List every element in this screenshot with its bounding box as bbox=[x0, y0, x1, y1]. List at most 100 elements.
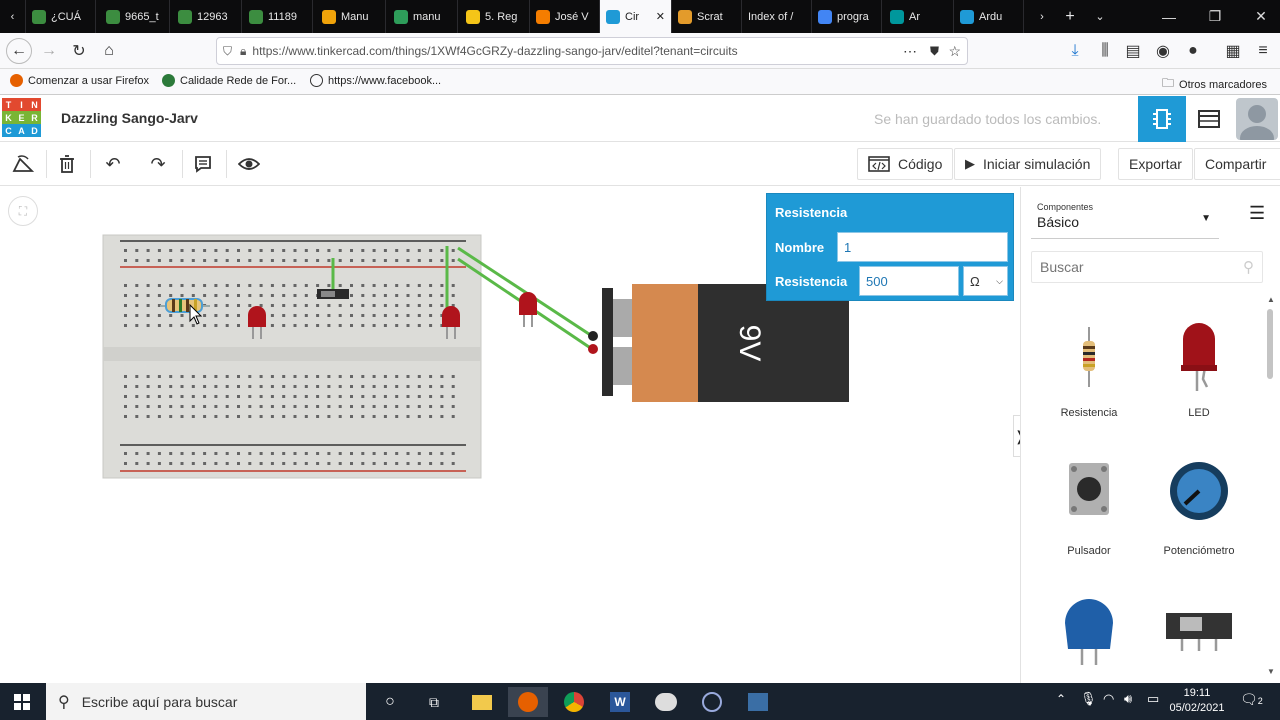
scroll-up-icon[interactable]: ▲ bbox=[1267, 295, 1275, 304]
delete-icon[interactable] bbox=[54, 152, 80, 176]
chrome-icon[interactable] bbox=[554, 687, 594, 717]
menu-icon[interactable]: ≡ bbox=[1250, 38, 1276, 64]
page-actions-icon[interactable]: ⋯ bbox=[903, 43, 917, 60]
word-icon[interactable]: W bbox=[600, 687, 640, 717]
rotate-icon[interactable] bbox=[10, 152, 36, 176]
extension-icon[interactable]: ● bbox=[1180, 38, 1206, 64]
sidebar-scrollbar[interactable]: ▲ ▼ bbox=[1265, 295, 1275, 676]
reload-icon[interactable]: ↻ bbox=[66, 38, 92, 64]
name-input[interactable]: 1 bbox=[837, 232, 1008, 262]
windows-start-icon[interactable] bbox=[2, 687, 42, 717]
battery-icon[interactable]: ▭ bbox=[1147, 691, 1159, 707]
list-view-icon[interactable]: ☰ bbox=[1249, 203, 1265, 224]
file-explorer-icon[interactable] bbox=[462, 687, 502, 717]
share-button[interactable]: Compartir bbox=[1194, 148, 1280, 180]
components-dropdown[interactable]: Componentes Básico ▼ bbox=[1031, 195, 1219, 239]
browser-tab[interactable]: 12963 bbox=[172, 0, 242, 33]
search-icon[interactable]: ⚲ bbox=[1243, 258, 1254, 276]
browser-tab[interactable]: Ardu bbox=[954, 0, 1024, 33]
browser-tab[interactable]: Index of / bbox=[742, 0, 812, 33]
start-simulation-button[interactable]: ▶ Iniciar simulación bbox=[954, 148, 1102, 180]
task-view-icon[interactable]: ⧉ bbox=[414, 687, 454, 717]
tab-list-icon[interactable]: ⌄ bbox=[1088, 0, 1112, 33]
browser-tab[interactable]: manu bbox=[388, 0, 458, 33]
minimize-icon[interactable]: — bbox=[1146, 0, 1192, 33]
redo-icon[interactable]: ↷ bbox=[145, 152, 171, 176]
bookmark-star-icon[interactable]: ☆ bbox=[948, 43, 961, 60]
bookmark-calidade[interactable]: Calidade Rede de For... bbox=[162, 74, 296, 87]
settings-app-icon[interactable] bbox=[692, 687, 732, 717]
search-field[interactable]: ⚲ bbox=[1031, 251, 1263, 283]
extensions-icon[interactable]: ▦ bbox=[1220, 38, 1246, 64]
download-icon[interactable]: ⤓ bbox=[1062, 38, 1088, 64]
bookmark-facebook[interactable]: https://www.facebook... bbox=[310, 74, 441, 87]
browser-tab[interactable]: 5. Reg bbox=[460, 0, 530, 33]
bookmark-firefox[interactable]: Comenzar a usar Firefox bbox=[10, 74, 149, 87]
microphone-icon[interactable]: 🎙︎ bbox=[1080, 691, 1097, 707]
user-avatar[interactable] bbox=[1236, 98, 1278, 140]
led[interactable] bbox=[519, 292, 537, 327]
maximize-icon[interactable]: ❐ bbox=[1192, 0, 1238, 33]
home-icon[interactable]: ⌂ bbox=[96, 38, 122, 64]
visibility-icon[interactable] bbox=[236, 152, 262, 176]
unit-select[interactable]: Ω ⌵ bbox=[963, 266, 1008, 296]
other-bookmarks[interactable]: 🗀 Otros marcadores bbox=[1162, 74, 1267, 95]
close-window-icon[interactable]: ✕ bbox=[1238, 0, 1280, 33]
browser-tab[interactable]: Ar bbox=[884, 0, 954, 33]
volume-icon[interactable]: 🔊︎ bbox=[1124, 691, 1132, 707]
new-tab-button[interactable]: + bbox=[1058, 0, 1082, 33]
undo-icon[interactable]: ↶ bbox=[100, 152, 126, 176]
browser-tab[interactable]: 11189 bbox=[243, 0, 313, 33]
editor-app-icon[interactable] bbox=[738, 687, 778, 717]
notes-icon[interactable] bbox=[190, 152, 216, 176]
forward-icon[interactable]: → bbox=[36, 38, 62, 64]
close-tab-icon[interactable]: ✕ bbox=[656, 10, 665, 23]
code-button[interactable]: Código bbox=[857, 148, 954, 180]
firefox-taskbar-icon[interactable] bbox=[508, 687, 548, 717]
shield-icon[interactable]: ⛉ bbox=[223, 44, 232, 59]
browser-tab[interactable]: Cir ✕ bbox=[600, 0, 672, 33]
scroll-thumb[interactable] bbox=[1267, 309, 1273, 379]
tab-scroll-right-icon[interactable]: › bbox=[1030, 0, 1054, 33]
export-button[interactable]: Exportar bbox=[1118, 148, 1193, 180]
tinkercad-logo[interactable]: TINKERCAD bbox=[2, 98, 42, 138]
sidebar-icon[interactable]: ▤ bbox=[1120, 38, 1146, 64]
url-bar[interactable]: ⛉ 🔒︎ https://www.tinkercad.com/things/1X… bbox=[216, 37, 968, 65]
browser-tab[interactable]: José V bbox=[530, 0, 600, 33]
breadboard-hole bbox=[451, 395, 455, 398]
resistance-input[interactable]: 500 bbox=[859, 266, 959, 296]
browser-tab[interactable]: 9665_t bbox=[100, 0, 170, 33]
slide-switch[interactable] bbox=[317, 289, 349, 299]
tab-scroll-left-icon[interactable]: ‹ bbox=[0, 0, 26, 33]
notifications-icon[interactable]: 🗨︎2 bbox=[1240, 691, 1263, 708]
component-potentiometer[interactable]: Potenciómetro bbox=[1149, 455, 1249, 575]
search-input[interactable] bbox=[1040, 259, 1230, 275]
scroll-down-icon[interactable]: ▼ bbox=[1267, 667, 1275, 676]
breadboard-hole bbox=[406, 304, 410, 307]
browser-tab[interactable]: ¿CUÁ bbox=[26, 0, 96, 33]
component-pushbutton[interactable]: Pulsador bbox=[1039, 455, 1139, 575]
back-icon[interactable]: ← bbox=[6, 38, 32, 64]
browser-tab[interactable]: Manu bbox=[316, 0, 386, 33]
tray-chevron-icon[interactable]: ⌃ bbox=[1056, 692, 1066, 706]
battery-9v[interactable]: 9V bbox=[588, 284, 849, 402]
circuit-view-button[interactable] bbox=[1138, 96, 1186, 142]
app-icon[interactable] bbox=[646, 687, 686, 717]
lock-icon[interactable]: 🔒︎ bbox=[240, 44, 246, 59]
component-resistor[interactable]: Resistencia bbox=[1039, 317, 1139, 437]
cortana-icon[interactable]: ○ bbox=[370, 687, 410, 717]
browser-tab[interactable]: progra bbox=[812, 0, 882, 33]
pocket-icon[interactable]: ⛊ bbox=[930, 44, 939, 59]
account-icon[interactable]: ◉ bbox=[1150, 38, 1176, 64]
browser-tab[interactable]: Scrat bbox=[672, 0, 742, 33]
project-title[interactable]: Dazzling Sango-Jarv bbox=[61, 110, 198, 126]
component-led[interactable]: LED bbox=[1149, 317, 1249, 437]
wifi-icon[interactable]: ◠ bbox=[1103, 691, 1114, 707]
taskbar-clock[interactable]: 19:11 05/02/2021 bbox=[1168, 686, 1226, 716]
breadboard[interactable] bbox=[102, 234, 482, 479]
url-text[interactable]: https://www.tinkercad.com/things/1XWf4Gc… bbox=[252, 44, 737, 58]
library-icon[interactable]: ⫼ bbox=[1092, 38, 1118, 64]
component-list-button[interactable] bbox=[1186, 96, 1232, 142]
taskbar-search[interactable]: ⚲ Escribe aquí para buscar bbox=[46, 683, 366, 720]
breadboard-hole bbox=[316, 395, 320, 398]
